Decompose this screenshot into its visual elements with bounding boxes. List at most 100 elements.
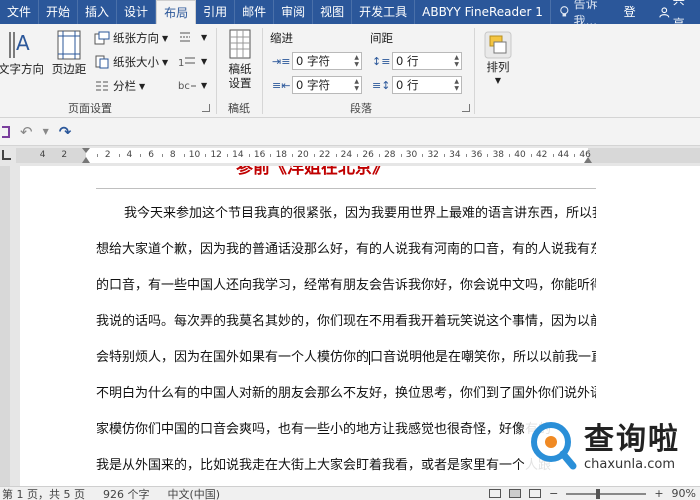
tab-view[interactable]: 视图 — [313, 0, 353, 24]
margins-button[interactable]: 页边距 — [48, 28, 90, 76]
left-indent-marker[interactable] — [82, 157, 90, 163]
heading-underline — [96, 188, 596, 189]
zoom-out-icon[interactable]: − — [549, 487, 558, 500]
breaks-icon — [180, 32, 190, 42]
tab-file[interactable]: 文件 — [0, 0, 40, 24]
read-mode-icon[interactable] — [489, 489, 502, 498]
text-direction-button[interactable]: A 文字方向 — [0, 28, 46, 76]
spacing-before-spinner[interactable]: ↕≡ 0 行 ▲ ▼ — [372, 52, 462, 70]
hyphenation-button[interactable]: bc ▼ — [178, 78, 208, 93]
zoom-in-icon[interactable]: + — [654, 487, 663, 500]
ruler-tick-label: 8 — [169, 150, 176, 160]
tab-layout[interactable]: 布局 — [156, 0, 197, 24]
ruler-tick-label: 12 — [210, 150, 222, 160]
paragraph-line: 不明白为什么有的中国人对新的朋友会那么不友好，换位思考，你们到了国外你们说外语大 — [96, 386, 596, 401]
spacing-after-icon: ≡↕ — [372, 78, 391, 92]
tab-mailings[interactable]: 邮件 — [235, 0, 275, 24]
margins-icon — [57, 30, 81, 60]
zoom-slider[interactable] — [566, 488, 647, 499]
line-numbers-button[interactable]: 1 ▼ — [178, 54, 207, 69]
tell-me-box[interactable]: 告诉我... — [559, 0, 616, 28]
arrange-label: 排列 — [486, 60, 510, 74]
tab-insert[interactable]: 插入 — [78, 0, 118, 24]
ruler-tick-label: 4 — [126, 150, 133, 160]
ribbon: A 文字方向 页边距 纸张方向 ▼ 纸张大小 ▼ 分栏 ▼ ▼ 1 ▼ bc ▼… — [0, 24, 700, 118]
paragraph-launcher-icon[interactable] — [462, 104, 470, 112]
orientation-button[interactable]: 纸张方向 ▼ — [94, 30, 168, 46]
language-indicator[interactable]: 中文(中国) — [167, 486, 220, 500]
paragraph-line-with-cursor: 会特别烦人，因为在国外如果有一个人模仿你的口音说明他是在嘲笑你，所以以前我一直搞 — [96, 340, 596, 376]
breaks-button[interactable]: ▼ — [178, 30, 207, 44]
ruler-tick — [140, 154, 142, 157]
tab-design[interactable]: 设计 — [117, 0, 157, 24]
redo-icon[interactable]: ↷ — [59, 123, 72, 141]
ruler-tick — [357, 154, 359, 157]
tab-selector-icon[interactable] — [2, 150, 11, 160]
tab-abbyy[interactable]: ABBYY FineReader 1 — [415, 0, 551, 24]
save-icon[interactable] — [2, 125, 10, 138]
tab-references[interactable]: 引用 — [196, 0, 236, 24]
ruler-tick — [248, 154, 250, 157]
spacing-label: 间距 — [370, 31, 393, 45]
ruler-tick — [509, 154, 511, 157]
paragraph-line: 我说的话吗。每次弄的我莫名其妙的，你们现在不用看我开着玩笑说这个事情，因为以前我 — [96, 314, 596, 329]
person-icon — [659, 7, 670, 18]
ruler-tick-label: 44 — [557, 150, 570, 160]
ruler-tick — [378, 154, 380, 157]
word-count[interactable]: 926 个字 — [103, 486, 150, 500]
ruler-tick-label: 4 — [39, 150, 46, 160]
spinner-arrows-icon[interactable]: ▲ ▼ — [354, 78, 361, 92]
ruler-tick — [183, 154, 185, 157]
svg-text:1: 1 — [178, 58, 184, 68]
watermark-title: 查询啦 — [584, 421, 680, 457]
tab-developer[interactable]: 开发工具 — [352, 0, 416, 24]
vertical-ruler — [0, 166, 10, 486]
spinner-arrows-icon[interactable]: ▲ ▼ — [454, 54, 461, 68]
paragraph-line: 我是从外国来的，比如说我走在大街上大家会盯着我看，或者是家里有一个人跟 — [96, 458, 552, 473]
quick-access-toolbar: ↶ ▼ ↷ — [0, 118, 700, 146]
login-button[interactable]: 登录 — [616, 0, 653, 43]
undo-icon[interactable]: ↶ — [20, 123, 33, 141]
spacing-after-spinner[interactable]: ≡↕ 0 行 ▲ ▼ — [372, 76, 462, 94]
ruler-tick-label: 10 — [188, 150, 201, 160]
first-line-indent-marker[interactable] — [82, 148, 90, 153]
page-setup-launcher-icon[interactable] — [202, 104, 210, 112]
site-watermark: 查询啦 chaxunla.com — [524, 410, 700, 484]
undo-dropdown-icon[interactable]: ▼ — [43, 127, 49, 136]
page-count[interactable]: 第 1 页，共 5 页 — [2, 486, 85, 500]
ruler-tick-label: 36 — [470, 150, 483, 160]
chevron-down-icon: ▼ — [201, 80, 208, 90]
indent-left-icon: ⇥≡ — [272, 54, 291, 68]
paper-size-icon — [95, 55, 109, 69]
horizontal-ruler: 4 2 2 4 6 8 10 12 14 16 18 20 22 24 26 28 30 32 34 36 38 40 42… — [0, 146, 700, 166]
columns-button[interactable]: 分栏 ▼ — [94, 78, 145, 94]
share-button[interactable]: 共享 — [653, 0, 700, 31]
draft-settings-button[interactable]: 稿纸 设置 — [222, 28, 258, 90]
lightbulb-icon — [560, 6, 569, 17]
zoom-level[interactable]: 90% — [672, 487, 696, 500]
right-indent-marker[interactable] — [584, 157, 592, 163]
ruler-tick — [313, 154, 315, 157]
status-bar: 第 1 页，共 5 页 926 个字 中文(中国) − + 90% — [0, 486, 700, 500]
chevron-down-icon: ▼ — [162, 33, 169, 43]
ruler-tick-label: 30 — [405, 150, 418, 160]
web-layout-icon[interactable] — [529, 489, 542, 498]
zoom-thumb[interactable] — [596, 488, 601, 499]
spinner-arrows-icon[interactable]: ▲ ▼ — [354, 54, 361, 68]
arrange-button[interactable]: 排列 ▼ — [478, 30, 518, 88]
document-paragraph[interactable]: 我今天来参加这个节目我真的很紧张，因为我要用世界上最难的语言讲东西，所以我 想给… — [96, 196, 596, 484]
tab-review[interactable]: 审阅 — [274, 0, 314, 24]
ruler-tick — [444, 154, 446, 157]
tab-home[interactable]: 开始 — [39, 0, 79, 24]
print-layout-icon[interactable] — [509, 489, 522, 498]
ruler-tick — [574, 154, 576, 157]
spacing-before-icon: ↕≡ — [372, 54, 391, 68]
ruler-tick-label: 20 — [297, 150, 309, 160]
indent-right-spinner[interactable]: ≡⇤ 0 字符 ▲ ▼ — [272, 76, 362, 94]
size-button[interactable]: 纸张大小 ▼ — [94, 54, 168, 70]
indent-right-icon: ≡⇤ — [272, 78, 291, 92]
indent-left-spinner[interactable]: ⇥≡ 0 字符 ▲ ▼ — [272, 52, 362, 70]
ruler-tick — [552, 154, 554, 157]
ruler-bar[interactable]: 4 2 2 4 6 8 10 12 14 16 18 20 22 24 26 28 30 32 34 36 38 40 42… — [16, 148, 700, 163]
spinner-arrows-icon[interactable]: ▲ ▼ — [454, 78, 461, 92]
